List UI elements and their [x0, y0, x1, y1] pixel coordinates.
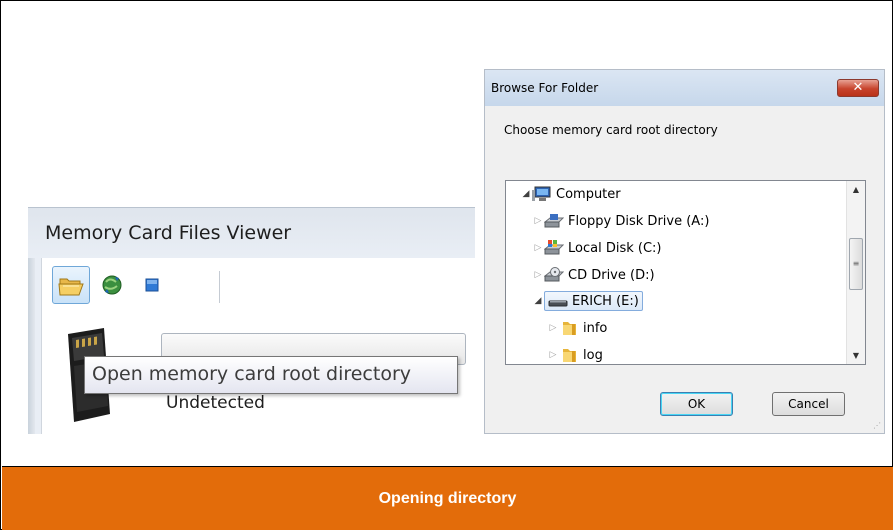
tree-item-erich-drive[interactable]: ◢ ERICH (E:) — [532, 290, 643, 312]
resize-grip-icon[interactable]: ⋰ — [873, 421, 881, 430]
cancel-button[interactable]: Cancel — [772, 392, 845, 416]
tree-item-label: log — [583, 347, 603, 363]
close-icon: ✕ — [852, 80, 864, 95]
folder-icon — [559, 320, 579, 336]
card-status-text: Undetected — [166, 393, 265, 413]
tree-item-label: CD Drive (D:) — [568, 267, 655, 283]
collapsed-arrow-icon[interactable]: ▷ — [547, 323, 559, 333]
removable-drive-icon — [548, 293, 568, 309]
expanded-arrow-icon[interactable]: ◢ — [520, 189, 532, 199]
tree-item-label: Floppy Disk Drive (A:) — [568, 213, 710, 229]
folder-icon — [559, 347, 579, 363]
folder-tree[interactable]: ◢ Computer ▷ Floppy Disk Drive (A:) ▷ Lo… — [505, 180, 866, 365]
cd-drive-icon — [544, 267, 564, 283]
browse-for-folder-dialog: Browse For Folder ✕ Choose memory card r… — [484, 69, 885, 434]
open-root-directory-button[interactable] — [52, 266, 90, 304]
tree-item-computer[interactable]: ◢ Computer — [520, 183, 621, 205]
ok-button[interactable]: OK — [660, 392, 733, 416]
scroll-down-arrow-icon[interactable]: ▼ — [847, 347, 865, 364]
open-folder-icon — [58, 278, 84, 296]
figure-caption: Opening directory — [378, 489, 517, 507]
collapsed-arrow-icon[interactable]: ▷ — [532, 216, 544, 226]
scroll-up-arrow-icon[interactable]: ▲ — [847, 181, 865, 198]
tree-scrollbar[interactable]: ▲ ≡ ▼ — [846, 181, 865, 364]
tree-item-label: ERICH (E:) — [572, 293, 639, 309]
tree-item-log-folder[interactable]: ▷ log — [547, 344, 603, 364]
floppy-drive-icon — [544, 213, 564, 229]
stop-button[interactable] — [133, 266, 171, 304]
dialog-body: Choose memory card root directory ◢ Comp… — [485, 106, 884, 433]
dialog-titlebar: Browse For Folder ✕ — [485, 70, 884, 106]
app-title: Memory Card Files Viewer — [45, 222, 292, 244]
memory-card-viewer-window: Memory Card Files Viewer Undetected Open… — [28, 207, 475, 434]
toolbar — [41, 261, 221, 307]
tree-item-label: Computer — [556, 186, 621, 202]
toolbar-separator — [219, 271, 220, 303]
scrollbar-thumb[interactable]: ≡ — [849, 238, 863, 290]
figure-frame: Memory Card Files Viewer Undetected Open… — [0, 0, 893, 530]
expanded-arrow-icon[interactable]: ◢ — [532, 296, 544, 306]
collapsed-arrow-icon[interactable]: ▷ — [532, 243, 544, 253]
refresh-button[interactable] — [93, 266, 131, 304]
refresh-globe-icon — [102, 275, 122, 295]
tree-item-cd-drive[interactable]: ▷ CD Drive (D:) — [532, 264, 655, 286]
local-disk-icon — [544, 240, 564, 256]
collapsed-arrow-icon[interactable]: ▷ — [547, 350, 559, 360]
selected-item-highlight: ERICH (E:) — [544, 291, 643, 311]
app-titlebar: Memory Card Files Viewer — [28, 208, 475, 258]
tree-item-label: Local Disk (C:) — [568, 240, 662, 256]
close-button[interactable]: ✕ — [837, 79, 879, 97]
tree-item-local-disk[interactable]: ▷ Local Disk (C:) — [532, 237, 661, 259]
dialog-title: Browse For Folder — [491, 81, 599, 95]
collapsed-arrow-icon[interactable]: ▷ — [532, 270, 544, 280]
tree-item-label: info — [583, 320, 608, 336]
dialog-prompt: Choose memory card root directory — [504, 123, 718, 137]
tree-item-info-folder[interactable]: ▷ info — [547, 317, 608, 339]
open-directory-tooltip: Open memory card root directory — [84, 356, 458, 394]
figure-caption-bar: Opening directory — [2, 466, 893, 530]
computer-icon — [532, 186, 552, 202]
stop-icon — [145, 278, 159, 292]
tree-item-floppy-drive[interactable]: ▷ Floppy Disk Drive (A:) — [532, 210, 710, 232]
